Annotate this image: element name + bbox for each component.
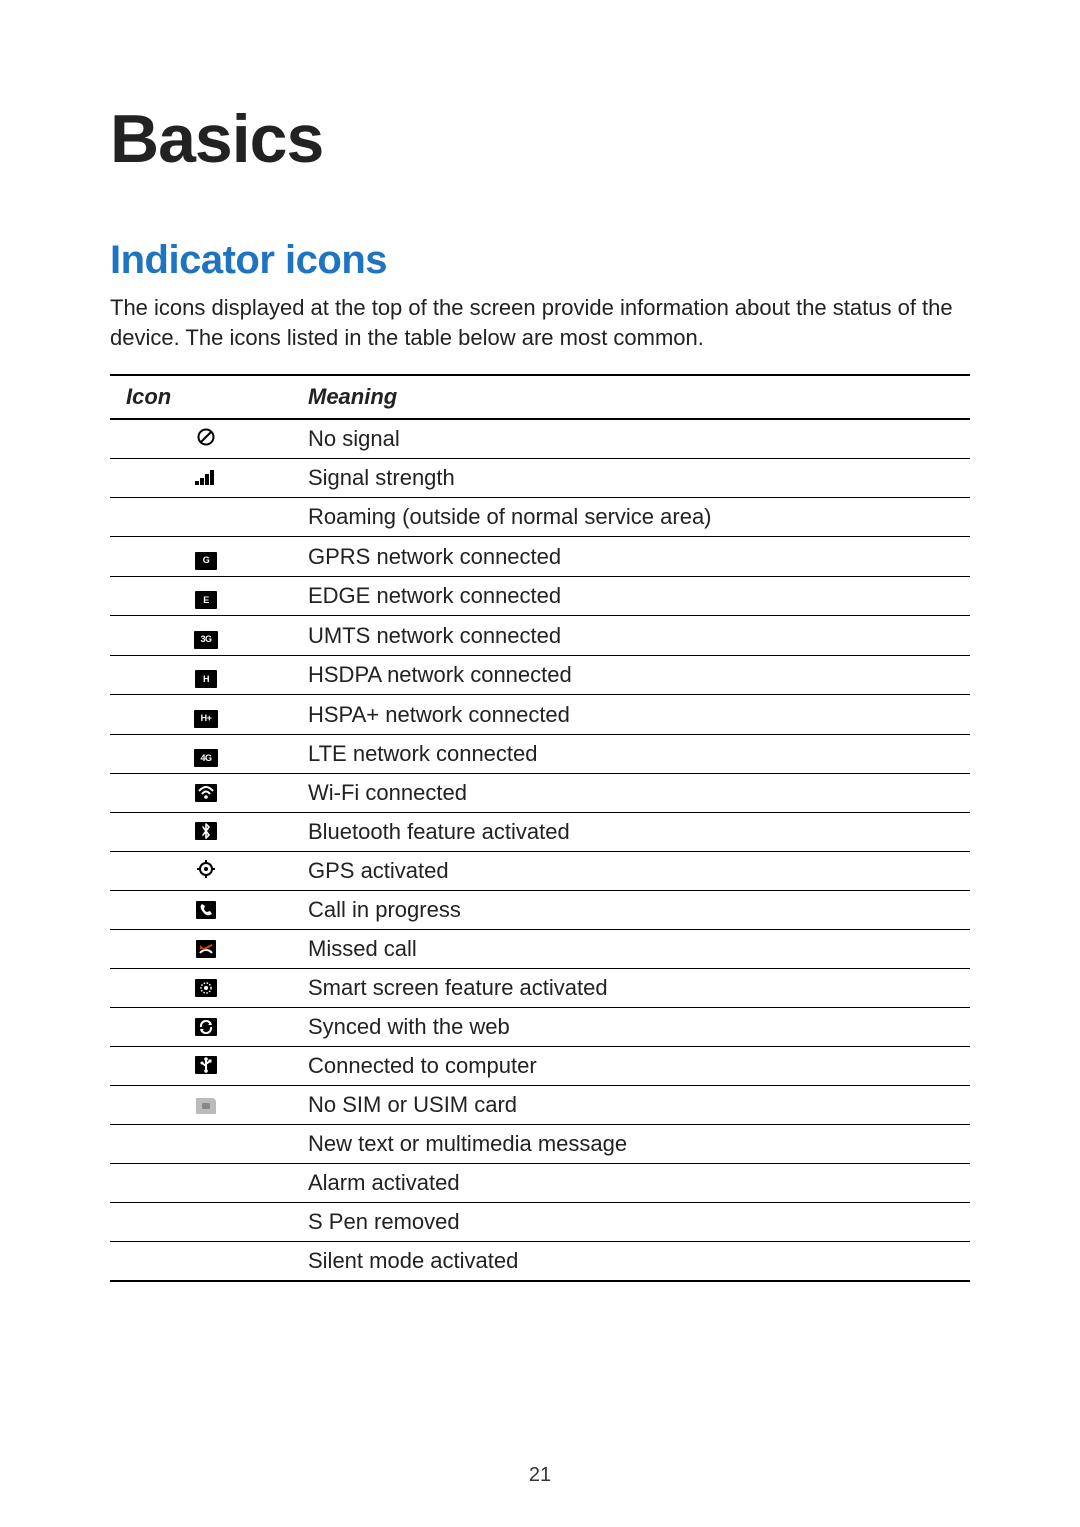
no-sim-icon bbox=[196, 1098, 216, 1114]
meaning-cell: Signal strength bbox=[292, 459, 970, 498]
table-row: Synced with the web bbox=[110, 1008, 970, 1047]
icon-cell bbox=[110, 813, 292, 852]
table-row: Smart screen feature activated bbox=[110, 969, 970, 1008]
meaning-cell: HSDPA network connected bbox=[292, 655, 970, 695]
no-signal-icon bbox=[197, 426, 215, 451]
table-row: No signal bbox=[110, 419, 970, 459]
section-title: Indicator icons bbox=[110, 238, 970, 283]
table-row: E EDGE network connected bbox=[110, 576, 970, 616]
usb-icon bbox=[195, 1056, 217, 1074]
icon-cell bbox=[110, 930, 292, 969]
meaning-cell: No signal bbox=[292, 419, 970, 459]
icon-cell bbox=[110, 459, 292, 498]
icon-cell: H+ bbox=[110, 695, 292, 735]
meaning-cell: EDGE network connected bbox=[292, 576, 970, 616]
hspa-plus-icon: H+ bbox=[194, 710, 218, 728]
icon-cell bbox=[110, 891, 292, 930]
table-row: H+ HSPA+ network connected bbox=[110, 695, 970, 735]
table-row: Call in progress bbox=[110, 891, 970, 930]
meaning-cell: Connected to computer bbox=[292, 1047, 970, 1086]
table-header-row: Icon Meaning bbox=[110, 375, 970, 419]
indicator-icons-table: Icon Meaning No signal Signal st bbox=[110, 374, 970, 1282]
icon-cell bbox=[110, 1125, 292, 1164]
column-header-icon: Icon bbox=[110, 375, 292, 419]
meaning-cell: Missed call bbox=[292, 930, 970, 969]
meaning-cell: LTE network connected bbox=[292, 734, 970, 774]
gprs-icon: G bbox=[195, 552, 217, 570]
lte-icon: 4G bbox=[194, 749, 218, 767]
manual-page: Basics Indicator icons The icons display… bbox=[0, 0, 1080, 1527]
icon-cell bbox=[110, 1086, 292, 1125]
table-row: Alarm activated bbox=[110, 1164, 970, 1203]
meaning-cell: Alarm activated bbox=[292, 1164, 970, 1203]
icon-cell bbox=[110, 1242, 292, 1282]
table-row: H HSDPA network connected bbox=[110, 655, 970, 695]
table-row: 4G LTE network connected bbox=[110, 734, 970, 774]
meaning-cell: New text or multimedia message bbox=[292, 1125, 970, 1164]
signal-strength-icon bbox=[195, 465, 217, 490]
icon-cell bbox=[110, 498, 292, 537]
meaning-cell: Wi-Fi connected bbox=[292, 774, 970, 813]
table-row: Wi-Fi connected bbox=[110, 774, 970, 813]
table-row: Bluetooth feature activated bbox=[110, 813, 970, 852]
icon-cell bbox=[110, 774, 292, 813]
bluetooth-icon bbox=[195, 822, 217, 840]
icon-cell: 3G bbox=[110, 616, 292, 656]
section-intro-text: The icons displayed at the top of the sc… bbox=[110, 293, 970, 352]
meaning-cell: Synced with the web bbox=[292, 1008, 970, 1047]
meaning-cell: Silent mode activated bbox=[292, 1242, 970, 1282]
table-row: Roaming (outside of normal service area) bbox=[110, 498, 970, 537]
table-row: Missed call bbox=[110, 930, 970, 969]
icon-cell bbox=[110, 969, 292, 1008]
icon-cell bbox=[110, 419, 292, 459]
gps-icon bbox=[195, 860, 217, 878]
missed-call-icon bbox=[196, 940, 216, 958]
icon-cell bbox=[110, 1164, 292, 1203]
wifi-icon bbox=[195, 784, 217, 802]
umts-icon: 3G bbox=[194, 631, 218, 649]
meaning-cell: HSPA+ network connected bbox=[292, 695, 970, 735]
meaning-cell: GPS activated bbox=[292, 852, 970, 891]
meaning-cell: Roaming (outside of normal service area) bbox=[292, 498, 970, 537]
page-number: 21 bbox=[0, 1464, 1080, 1487]
table-row: Silent mode activated bbox=[110, 1242, 970, 1282]
edge-icon: E bbox=[195, 591, 217, 609]
meaning-cell: Call in progress bbox=[292, 891, 970, 930]
meaning-cell: No SIM or USIM card bbox=[292, 1086, 970, 1125]
meaning-cell: UMTS network connected bbox=[292, 616, 970, 656]
icon-cell bbox=[110, 1008, 292, 1047]
meaning-cell: GPRS network connected bbox=[292, 537, 970, 577]
table-row: G GPRS network connected bbox=[110, 537, 970, 577]
table-row: Signal strength bbox=[110, 459, 970, 498]
icon-cell bbox=[110, 1203, 292, 1242]
column-header-meaning: Meaning bbox=[292, 375, 970, 419]
chapter-title: Basics bbox=[110, 100, 970, 178]
table-row: New text or multimedia message bbox=[110, 1125, 970, 1164]
icon-cell: E bbox=[110, 576, 292, 616]
table-row: No SIM or USIM card bbox=[110, 1086, 970, 1125]
meaning-cell: Bluetooth feature activated bbox=[292, 813, 970, 852]
smart-screen-icon bbox=[195, 979, 217, 997]
icon-cell bbox=[110, 852, 292, 891]
table-row: S Pen removed bbox=[110, 1203, 970, 1242]
meaning-cell: S Pen removed bbox=[292, 1203, 970, 1242]
call-in-progress-icon bbox=[196, 901, 216, 919]
sync-icon bbox=[195, 1018, 217, 1036]
table-row: Connected to computer bbox=[110, 1047, 970, 1086]
icon-cell: G bbox=[110, 537, 292, 577]
hsdpa-icon: H bbox=[195, 670, 217, 688]
icon-cell: H bbox=[110, 655, 292, 695]
icon-cell: 4G bbox=[110, 734, 292, 774]
table-row: GPS activated bbox=[110, 852, 970, 891]
icon-cell bbox=[110, 1047, 292, 1086]
meaning-cell: Smart screen feature activated bbox=[292, 969, 970, 1008]
table-row: 3G UMTS network connected bbox=[110, 616, 970, 656]
